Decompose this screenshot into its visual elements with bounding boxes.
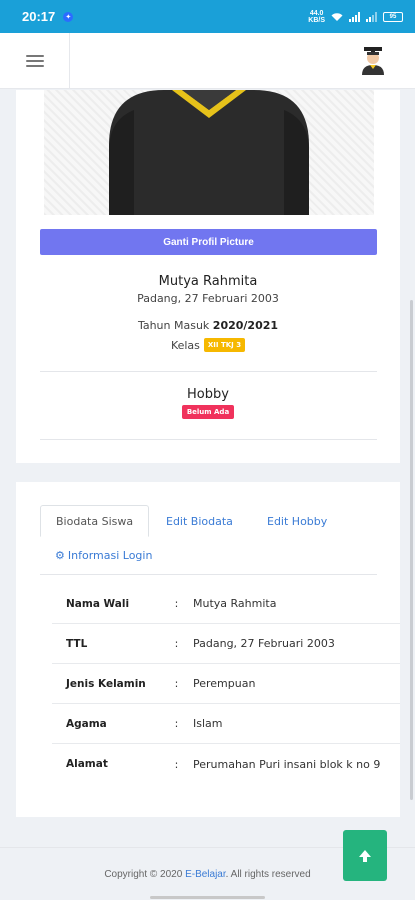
tab-label: Edit Biodata <box>166 514 233 528</box>
entry-year-value: 2020/2021 <box>212 319 279 332</box>
row-label: Agama <box>66 717 107 730</box>
student-birth: Padang, 27 Februari 2003 <box>137 292 279 305</box>
table-row: Agama : Islam <box>52 704 400 744</box>
menu-button[interactable] <box>0 33 70 89</box>
profile-card: Ganti Profil Picture Mutya Rahmita Padan… <box>16 90 400 463</box>
status-indicators: 44.0 KB/S 95 <box>308 10 403 24</box>
row-label: Jenis Kelamin <box>66 677 146 690</box>
status-time: 20:17 <box>22 9 56 24</box>
change-profile-picture-button[interactable]: Ganti Profil Picture <box>40 229 377 255</box>
row-colon: : <box>174 757 179 771</box>
messenger-icon: ✦ <box>63 11 74 22</box>
tab-label: Edit Hobby <box>267 514 328 528</box>
tab-edit-hobby[interactable]: Edit Hobby <box>252 505 342 537</box>
battery-icon: 95 <box>383 11 403 22</box>
row-label: Nama Wali <box>66 597 130 610</box>
wifi-icon <box>331 12 343 21</box>
row-colon: : <box>174 637 179 650</box>
hobby-status-badge: Belum Ada <box>181 405 235 419</box>
tab-biodata-siswa[interactable]: Biodata Siswa <box>40 505 150 537</box>
network-speed: 44.0 KB/S <box>308 9 325 24</box>
footer-rights: . All rights reserved <box>225 869 311 880</box>
graduate-photo-illustration <box>109 90 309 215</box>
row-value: Mutya Rahmita <box>193 597 277 610</box>
class-info: Kelas XII TKJ 3 <box>16 338 400 352</box>
table-row: Nama Wali : Mutya Rahmita <box>52 584 400 624</box>
class-label: Kelas <box>170 338 200 352</box>
biodata-table: Nama Wali : Mutya Rahmita TTL : Padang, … <box>52 584 400 784</box>
divider <box>40 439 377 440</box>
graduate-avatar-icon <box>362 47 384 75</box>
entry-year-label: Tahun Masuk <box>137 319 210 332</box>
tab-edit-biodata[interactable]: Edit Biodata <box>151 505 248 537</box>
row-value: Padang, 27 Februari 2003 <box>193 637 335 650</box>
tab-informasi-login[interactable]: ⚙ Informasi Login <box>40 539 167 571</box>
biodata-card: Biodata Siswa Edit Biodata Edit Hobby ⚙ … <box>16 482 400 817</box>
tab-label: Biodata Siswa <box>56 514 134 528</box>
footer-copyright: Copyright © 2020 <box>104 869 183 880</box>
arrow-up-icon <box>359 849 371 862</box>
user-avatar-button[interactable] <box>361 45 385 75</box>
student-name: Mutya Rahmita <box>158 274 258 289</box>
signal-icon <box>349 11 360 22</box>
tab-label: Informasi Login <box>67 548 153 562</box>
class-badge: XII TKJ 3 <box>203 338 246 352</box>
row-value: Perumahan Puri insani blok k no 9 <box>193 757 381 771</box>
row-value: Perempuan <box>193 677 256 690</box>
table-row: TTL : Padang, 27 Februari 2003 <box>52 624 400 664</box>
profile-photo <box>44 90 374 215</box>
table-row: Alamat : Perumahan Puri insani blok k no… <box>52 744 400 784</box>
signal-2-icon <box>366 11 377 22</box>
hamburger-icon <box>25 52 44 70</box>
hobby-status: Belum Ada <box>16 405 400 419</box>
biodata-tabs: Biodata Siswa Edit Biodata Edit Hobby ⚙ … <box>40 505 377 575</box>
app-header <box>0 33 415 89</box>
divider <box>40 371 377 372</box>
row-colon: : <box>174 717 179 730</box>
entry-year: Tahun Masuk 2020/2021 <box>16 319 400 332</box>
footer-brand-link[interactable]: E-Belajar <box>185 869 226 880</box>
scrollbar[interactable] <box>410 300 413 800</box>
row-colon: : <box>174 677 179 690</box>
home-indicator[interactable] <box>150 896 265 899</box>
hobby-title: Hobby <box>187 387 229 402</box>
table-row: Jenis Kelamin : Perempuan <box>52 664 400 704</box>
row-colon: : <box>174 597 179 610</box>
page-content[interactable]: Ganti Profil Picture Mutya Rahmita Padan… <box>0 90 415 900</box>
status-bar: 20:17 ✦ 44.0 KB/S 95 <box>0 0 415 33</box>
gears-icon: ⚙ <box>55 548 65 562</box>
row-label: Alamat <box>66 758 108 770</box>
row-value: Islam <box>193 717 223 730</box>
row-label: TTL <box>66 637 88 650</box>
scroll-to-top-button[interactable] <box>343 830 387 881</box>
